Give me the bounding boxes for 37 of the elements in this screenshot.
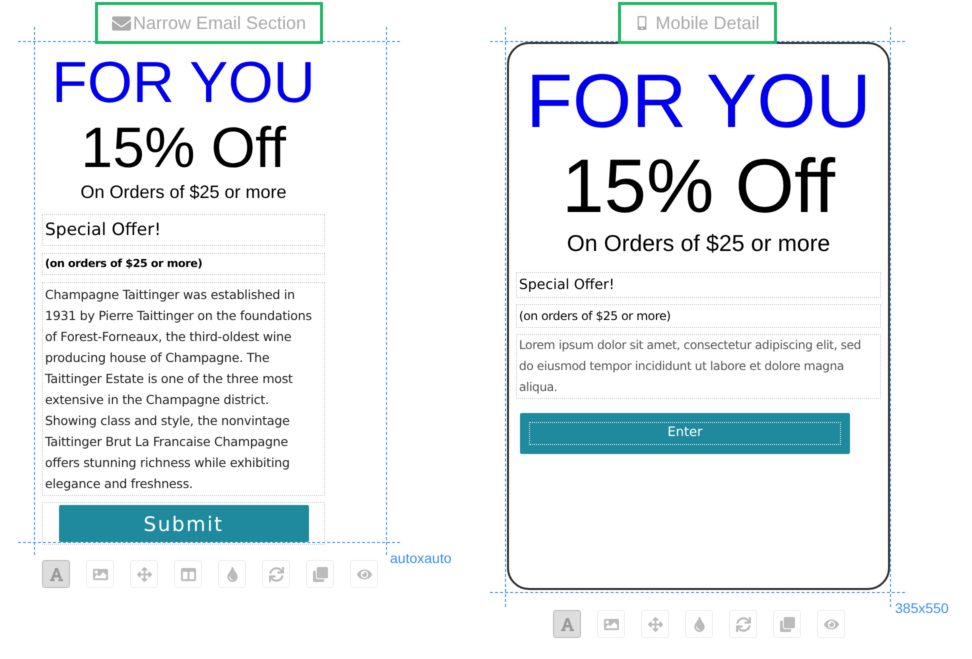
section-title: Mobile Detail <box>655 12 760 34</box>
eye-icon <box>824 616 838 632</box>
tool-button[interactable] <box>42 560 70 588</box>
submit-button[interactable]: Submit <box>58 505 308 542</box>
image-icon <box>604 616 618 632</box>
image-icon <box>92 566 108 582</box>
headline: FOR YOU <box>52 52 316 114</box>
move-icon <box>648 616 662 632</box>
condition: On Orders of $25 or more <box>566 229 830 258</box>
condition: On Orders of $25 or more <box>80 181 287 204</box>
enter-button[interactable]: Enter <box>520 413 850 454</box>
offer-title: Special Offer! <box>45 219 162 242</box>
copy-icon <box>780 616 794 632</box>
eye-icon <box>356 566 372 582</box>
phone-icon <box>635 16 650 30</box>
description: Lorem ipsum dolor sit amet, consectetur adipiscing elit, sed do eiusmod tempor incididunt ut labore et dolore magna aliqua. <box>519 337 862 396</box>
droplet-icon <box>692 616 706 632</box>
tool-button[interactable] <box>553 610 581 638</box>
font-icon <box>560 616 574 632</box>
size-label: autoxauto <box>390 549 452 568</box>
refresh-icon <box>736 616 750 632</box>
offer-title: Special Offer! <box>519 276 616 295</box>
copy-icon <box>312 566 328 582</box>
droplet-icon <box>224 566 240 582</box>
refresh-icon <box>268 566 284 582</box>
size-label: 385x550 <box>895 599 949 618</box>
layout-icon <box>180 566 196 582</box>
section-title: Narrow Email Section <box>132 12 306 34</box>
offer-subtitle: (on orders of $25 or more) <box>519 308 672 325</box>
description: Champagne Taittinger was established in 1931 by Pierre Taittinger on the foundations of Forest-Forneaux, the third-oldest wine producing house of Champagne. The Taittinger Estate is one of the three most extensive in the Champagne district. Showing class and style, the nonvintage Taittinger Brut La Francaise Champagne offers stunning richness while exhibiting elegance and freshness. <box>45 286 313 493</box>
move-icon <box>136 566 152 582</box>
envelope-icon <box>112 14 131 32</box>
discount: 15% Off <box>562 146 836 228</box>
offer-subtitle: (on orders of $25 or more) <box>45 256 204 272</box>
headline: FOR YOU <box>526 62 871 142</box>
discount: 15% Off <box>81 116 286 180</box>
font-icon <box>48 566 64 582</box>
